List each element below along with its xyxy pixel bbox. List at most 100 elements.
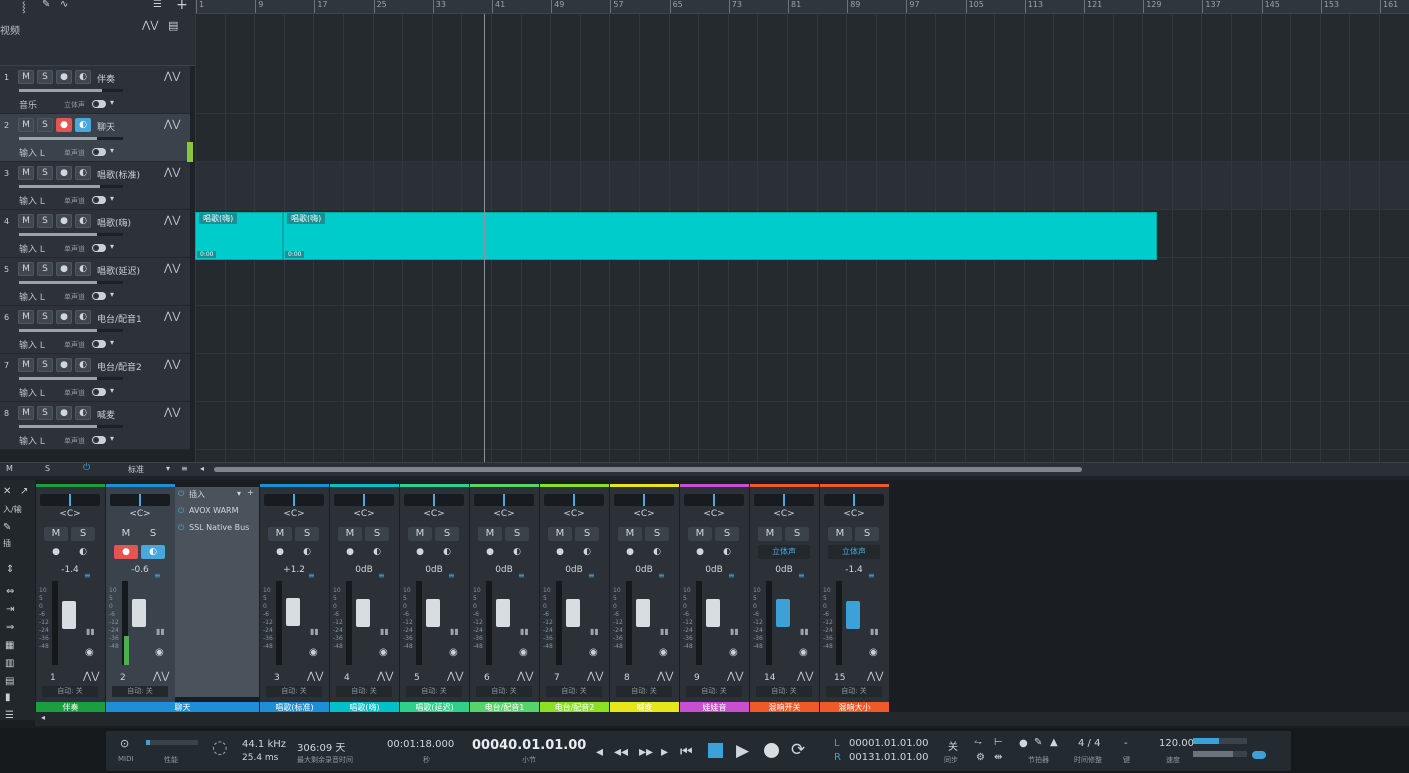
master-toggle[interactable] [1252, 751, 1266, 759]
mixer-channel-strip[interactable]: <C> M S ● ◐ 0dB 10 5 0 -6 -12 -24 -36 -48 ≡ ▮▮ ◉ 4 ⋀⋁ 自动: 关… [330, 484, 399, 714]
dial-icon[interactable]: ◉ [589, 647, 598, 658]
mixer-channel-strip[interactable]: <C> M S ● ◐ 0dB 10 5 0 -6 -12 -24 -36 -48 ≡ ▮▮ ◉ 7 ⋀⋁ 自动: 关… [540, 484, 609, 714]
track-volume-slider[interactable] [19, 329, 123, 332]
track-volume-slider[interactable] [19, 425, 123, 428]
track-lane[interactable] [195, 66, 1409, 114]
track-toggle[interactable] [92, 244, 106, 252]
record-arm-button[interactable]: ● [268, 545, 292, 559]
mute-button[interactable]: M [828, 527, 852, 541]
volume-fader[interactable] [356, 598, 370, 627]
waveform-icon[interactable]: ⋀⋁ [153, 671, 169, 682]
automation-mode[interactable]: 自动: 关 [826, 686, 882, 697]
add-insert-icon[interactable]: + [247, 488, 254, 497]
volume-fader[interactable] [566, 598, 580, 627]
play-button[interactable]: ▶ [736, 741, 749, 761]
monitor-button[interactable]: ◐ [75, 262, 91, 276]
track-header[interactable]: 5 M S ● ◐ 唱歌(延迟) ⋀⋁ 输入 L 单声道 ▾ [0, 258, 190, 306]
meter-settings-icon[interactable]: ≡ [154, 571, 161, 580]
click-dot-icon[interactable]: ● [1019, 738, 1028, 749]
mixer-channel-strip[interactable]: <C> M S 立体声 0dB 10 5 0 -6 -12 -24 -36 -48 ≡ ▮▮ ◉ 14 ⋀⋁ 自动:… [750, 484, 819, 714]
waveform-icon[interactable]: ⋀⋁ [164, 311, 180, 322]
mute-button[interactable]: M [268, 527, 292, 541]
playhead[interactable] [484, 14, 485, 462]
pan-slider[interactable] [614, 494, 674, 506]
precount-icon[interactable]: ⥊ [974, 737, 982, 748]
expand-icon[interactable]: ↗ [20, 486, 28, 497]
volume-value[interactable]: 0dB [334, 565, 394, 575]
track-input[interactable]: 输入 L [19, 434, 45, 447]
solo-button[interactable]: S [435, 527, 459, 541]
audio-clip[interactable]: 唱歌(嗨) 0:00 [195, 212, 283, 260]
mute-button[interactable]: M [18, 166, 34, 180]
pan-slider[interactable] [404, 494, 464, 506]
solo-button[interactable]: S [71, 527, 95, 541]
volume-value[interactable]: -0.6 [110, 565, 170, 575]
waveform-icon[interactable]: ⋀⋁ [164, 407, 180, 418]
arrows-horizontal-icon[interactable]: ⇔ [6, 586, 14, 597]
track-name[interactable]: 聊天 [97, 120, 115, 133]
mute-button[interactable]: M [18, 118, 34, 132]
automation-mode[interactable]: 自动: 关 [406, 686, 462, 697]
sync-value[interactable]: 关 [948, 738, 958, 753]
record-arm-button[interactable]: ● [338, 545, 362, 559]
chevron-down-icon[interactable]: ▾ [110, 146, 114, 155]
dial-icon[interactable]: ◉ [309, 647, 318, 658]
arrow-right-icon[interactable]: ⇒ [6, 622, 14, 633]
waveform-icon[interactable]: ⋀⋁ [447, 671, 463, 682]
monitor-button[interactable]: ◐ [645, 545, 669, 559]
view-mode-select[interactable]: 标准 [128, 464, 144, 475]
meter-settings-icon[interactable]: ≡ [378, 571, 385, 580]
video-track-header[interactable]: 视频 ⋀⋁ ▤ [0, 14, 195, 66]
track-name[interactable]: 电台/配音1 [97, 312, 142, 325]
track-toggle[interactable] [92, 292, 106, 300]
mixer-channel-strip[interactable]: <C> M S ● ◐ 0dB 10 5 0 -6 -12 -24 -36 -48 ≡ ▮▮ ◉ 9 ⋀⋁ 自动: 关… [680, 484, 749, 714]
pan-value[interactable]: <C> [754, 509, 814, 519]
waveform-icon[interactable]: ⋀⋁ [377, 671, 393, 682]
mixer-channel-strip[interactable]: <C> M S ● ◐ 0dB 10 5 0 -6 -12 -24 -36 -48 ≡ ▮▮ ◉ 6 ⋀⋁ 自动: 关… [470, 484, 539, 714]
track-header[interactable]: 2 M S ● ◐ 聊天 ⋀⋁ 输入 L 单声道 ▾ [0, 114, 190, 162]
mixer-scrollbar[interactable]: ◂ [35, 712, 1409, 726]
power-icon[interactable]: ⏻ [83, 463, 90, 473]
bars-unit-select[interactable]: 小节 [522, 755, 536, 765]
mixer-channel-strip[interactable]: <C> M S ● ◐ -1.4 10 5 0 -6 -12 -24 -36 -48 ≡ ▮▮ ◉ 1 ⋀⋁ 自动: … [36, 484, 105, 714]
pan-slider[interactable] [684, 494, 744, 506]
track-lane[interactable] [195, 306, 1409, 354]
record-arm-button[interactable]: ● [56, 262, 72, 276]
dial-icon[interactable]: ◉ [155, 647, 164, 658]
chevron-down-icon[interactable]: ▾ [110, 290, 114, 299]
fast-forward-icon[interactable]: ▸▸ [639, 744, 653, 760]
volume-value[interactable]: 0dB [404, 565, 464, 575]
track-input[interactable]: 输入 L [19, 338, 45, 351]
meter-settings-icon[interactable]: ≡ [308, 571, 315, 580]
volume-value[interactable]: 0dB [544, 565, 604, 575]
record-arm-button[interactable]: ● [56, 166, 72, 180]
pan-value[interactable]: <C> [404, 509, 464, 519]
pan-value[interactable]: <C> [110, 509, 170, 519]
monitor-button[interactable]: ◐ [75, 166, 91, 180]
arrow-right-bar-icon[interactable]: ⇥ [6, 604, 14, 615]
pan-value[interactable]: <C> [264, 509, 324, 519]
track-toggle[interactable] [92, 100, 106, 108]
volume-fader[interactable] [132, 599, 146, 628]
audio-clip[interactable]: 唱歌(嗨) 0:00 [283, 212, 1157, 260]
pan-value[interactable]: <C> [474, 509, 534, 519]
monitor-button[interactable]: ◐ [71, 545, 95, 559]
list-icon[interactable]: ☰ [153, 0, 162, 10]
wrench-icon[interactable]: ✎ [42, 0, 50, 10]
monitor-button[interactable]: ◐ [75, 70, 91, 84]
rewind-icon[interactable]: ◂◂ [614, 744, 628, 760]
mute-button[interactable]: M [18, 406, 34, 420]
record-arm-button[interactable]: ● [114, 545, 138, 559]
dial-icon[interactable]: ◉ [379, 647, 388, 658]
track-header[interactable]: 1 M S ● ◐ 伴奏 ⋀⋁ 音乐 立体声 ▾ [0, 66, 190, 114]
record-arm-button[interactable]: ● [56, 358, 72, 372]
automation-mode[interactable]: 自动: 关 [112, 686, 168, 697]
volume-value[interactable]: -1.4 [824, 565, 884, 575]
midi-icon[interactable]: ⊙ [120, 737, 129, 750]
track-input[interactable]: 输入 L [19, 194, 45, 207]
solo-button[interactable]: S [855, 527, 879, 541]
solo-button[interactable]: S [715, 527, 739, 541]
track-header[interactable]: 3 M S ● ◐ 唱歌(标准) ⋀⋁ 输入 L 单声道 ▾ [0, 162, 190, 210]
bars-icon[interactable]: ▮ [5, 692, 11, 703]
volume-value[interactable]: 0dB [614, 565, 674, 575]
